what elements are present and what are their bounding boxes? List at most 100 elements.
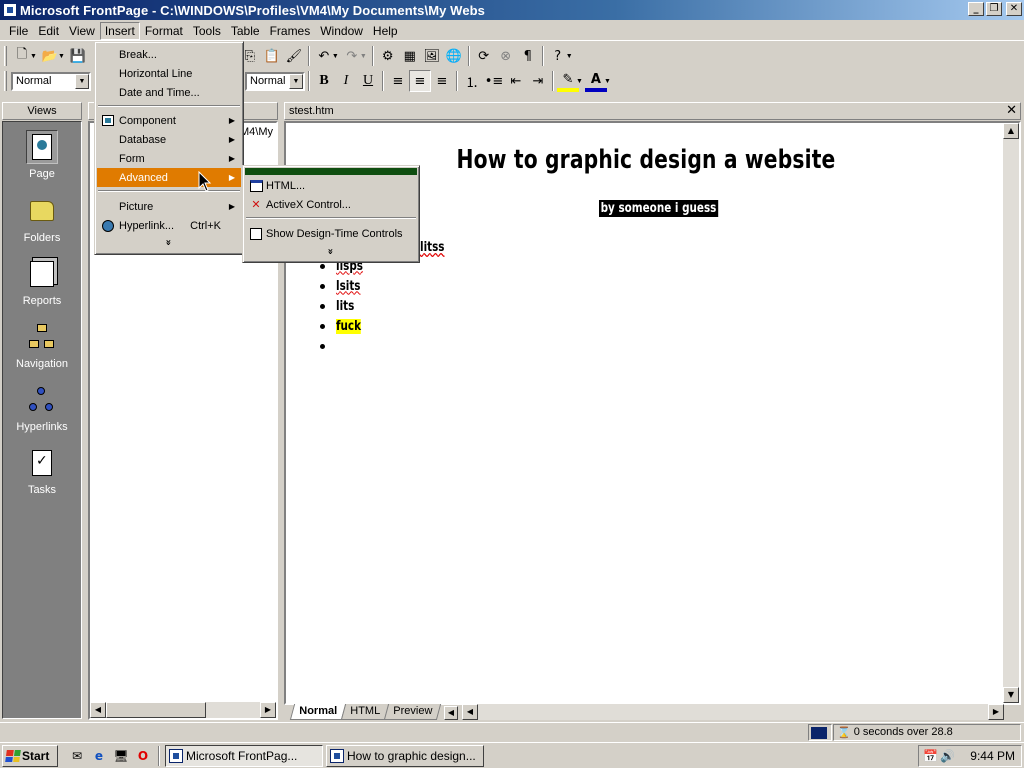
scroll-right-icon[interactable]: ▶ <box>260 702 276 718</box>
tab-html[interactable]: HTML <box>340 704 390 720</box>
menu-frames[interactable]: Frames <box>265 22 316 40</box>
align-right-icon[interactable]: ≡ <box>431 70 453 92</box>
restore-button[interactable]: ❐ <box>986 2 1002 16</box>
list-item-first-visible-tail[interactable]: litss <box>420 240 444 255</box>
menu-insert[interactable]: Insert <box>99 21 140 40</box>
scroll-track[interactable] <box>206 702 260 718</box>
document-subtitle[interactable]: by someone i guess <box>599 200 718 217</box>
menu-item-database[interactable]: Database ▶ <box>97 130 241 149</box>
format-painter-icon[interactable]: 🖌 <box>283 45 305 67</box>
scroll-left-icon[interactable]: ◀ <box>462 704 478 720</box>
folder-list-root-path[interactable]: M4\My <box>240 126 273 138</box>
view-navigation[interactable]: Navigation <box>3 320 81 370</box>
toolbar-grip[interactable] <box>4 71 7 91</box>
list-item[interactable]: lsits <box>320 276 370 296</box>
menu-item-form[interactable]: Form ▶ <box>97 149 241 168</box>
menu-table[interactable]: Table <box>226 22 265 40</box>
decrease-indent-icon[interactable]: ⇤ <box>505 70 527 92</box>
scroll-right-icon[interactable]: ▶ <box>988 704 1004 720</box>
view-hyperlinks[interactable]: Hyperlinks <box>3 383 81 433</box>
menu-item-date-and-time[interactable]: Date and Time... <box>97 83 241 102</box>
chevron-down-icon[interactable]: ▼ <box>58 53 65 60</box>
stop-icon[interactable]: ⊗ <box>495 45 517 67</box>
insert-component-icon[interactable]: ⚙ <box>377 45 399 67</box>
chevron-down-icon[interactable]: ▼ <box>75 73 89 89</box>
view-folders[interactable]: Folders <box>3 194 81 244</box>
menu-view[interactable]: View <box>64 22 100 40</box>
tray-volume-icon[interactable]: 🔊 <box>940 749 955 763</box>
menu-item-hyperlink[interactable]: Hyperlink... Ctrl+K <box>97 216 241 235</box>
expand-menu-chevron-icon[interactable]: » <box>95 237 241 248</box>
hyperlink-globe-icon[interactable]: 🌐 <box>443 45 465 67</box>
editor-horizontal-scrollbar[interactable]: ◀ ▶ <box>462 704 1004 720</box>
menu-file[interactable]: File <box>4 22 33 40</box>
bold-button[interactable]: B <box>313 70 335 92</box>
list-item[interactable]: fuck <box>320 316 370 336</box>
bulleted-list-icon[interactable]: •≡ <box>483 70 505 92</box>
menu-item-picture[interactable]: Picture ▶ <box>97 197 241 216</box>
paste-icon[interactable]: 📋 <box>261 45 283 67</box>
view-tasks[interactable]: Tasks <box>3 446 81 496</box>
menu-item-horizontal-line[interactable]: Horizontal Line <box>97 64 241 83</box>
menu-item-advanced[interactable]: Advanced ▶ <box>97 168 241 187</box>
insert-table-icon[interactable]: ▦ <box>399 45 421 67</box>
increase-indent-icon[interactable]: ⇥ <box>527 70 549 92</box>
list-item[interactable]: lits <box>320 296 370 316</box>
taskbar-document-button[interactable]: How to graphic design... <box>326 744 484 767</box>
view-page[interactable]: Page <box>3 130 81 180</box>
clock[interactable]: 9:44 PM <box>970 749 1015 763</box>
align-center-icon[interactable]: ≡ <box>409 70 431 92</box>
menu-window[interactable]: Window <box>315 22 368 40</box>
chevron-down-icon[interactable]: ▼ <box>332 53 339 60</box>
close-window-button[interactable]: ✕ <box>1006 2 1022 16</box>
menu-item-html[interactable]: HTML... <box>245 176 417 195</box>
list-item-empty[interactable] <box>320 336 370 356</box>
menu-item-activex-control[interactable]: ✕ ActiveX Control... <box>245 195 417 214</box>
style-select[interactable]: Normal ▼ <box>11 71 91 91</box>
chevron-down-icon[interactable]: ▼ <box>566 53 573 60</box>
menu-item-component[interactable]: Component ▶ <box>97 111 241 130</box>
start-button[interactable]: Start <box>2 744 58 767</box>
show-all-pilcrow-icon[interactable]: ¶ <box>517 45 539 67</box>
tab-normal[interactable]: Normal <box>289 704 347 720</box>
chevron-down-icon[interactable]: ▼ <box>30 53 37 60</box>
menu-tools[interactable]: Tools <box>188 22 226 40</box>
opera-icon[interactable]: O <box>134 747 152 765</box>
expand-menu-chevron-icon[interactable]: » <box>243 246 417 257</box>
internet-explorer-icon[interactable]: e <box>90 747 108 765</box>
view-reports[interactable]: Reports <box>3 257 81 307</box>
align-left-icon[interactable]: ≡ <box>387 70 409 92</box>
show-desktop-icon[interactable]: 🖥 <box>112 747 130 765</box>
scroll-up-icon[interactable]: ▲ <box>1003 123 1019 139</box>
tray-scheduler-icon[interactable]: 📅 <box>923 749 938 763</box>
numbered-list-icon[interactable]: ⒈ <box>461 70 483 92</box>
refresh-icon[interactable]: ⟳ <box>473 45 495 67</box>
outlook-express-icon[interactable]: ✉ <box>68 747 86 765</box>
chevron-down-icon[interactable]: ▼ <box>576 78 583 85</box>
frontpage-app-icon[interactable] <box>3 3 17 17</box>
font-size-select[interactable]: Normal ▼ <box>245 71 305 91</box>
tab-scroll-left-icon[interactable]: ◀ <box>443 706 458 720</box>
menu-help[interactable]: Help <box>368 22 403 40</box>
editor-vertical-scrollbar[interactable]: ▲ ▼ <box>1003 123 1019 703</box>
menu-item-show-design-time-controls[interactable]: Show Design-Time Controls <box>245 224 417 243</box>
close-document-icon[interactable]: ✕ <box>1006 103 1017 119</box>
menu-format[interactable]: Format <box>140 22 188 40</box>
insert-picture-icon[interactable]: 🖼 <box>421 45 443 67</box>
chevron-down-icon[interactable]: ▼ <box>604 78 611 85</box>
menu-item-break[interactable]: Break... <box>97 45 241 64</box>
toolbar-grip[interactable] <box>4 46 7 66</box>
minimize-button[interactable]: _ <box>968 2 984 16</box>
italic-button[interactable]: I <box>335 70 357 92</box>
underline-button[interactable]: U <box>357 70 379 92</box>
scroll-down-icon[interactable]: ▼ <box>1003 687 1019 703</box>
tab-preview[interactable]: Preview <box>383 704 442 720</box>
scroll-left-icon[interactable]: ◀ <box>90 702 106 718</box>
save-icon[interactable]: 💾 <box>67 45 89 67</box>
chevron-down-icon[interactable]: ▼ <box>360 53 367 60</box>
scroll-thumb[interactable] <box>106 702 206 718</box>
document-heading[interactable]: How to graphic design a website <box>365 145 927 175</box>
folder-horizontal-scrollbar[interactable]: ◀ ▶ <box>90 702 276 718</box>
menu-edit[interactable]: Edit <box>33 22 64 40</box>
taskbar-frontpage-button[interactable]: Microsoft FrontPag... <box>165 744 323 767</box>
